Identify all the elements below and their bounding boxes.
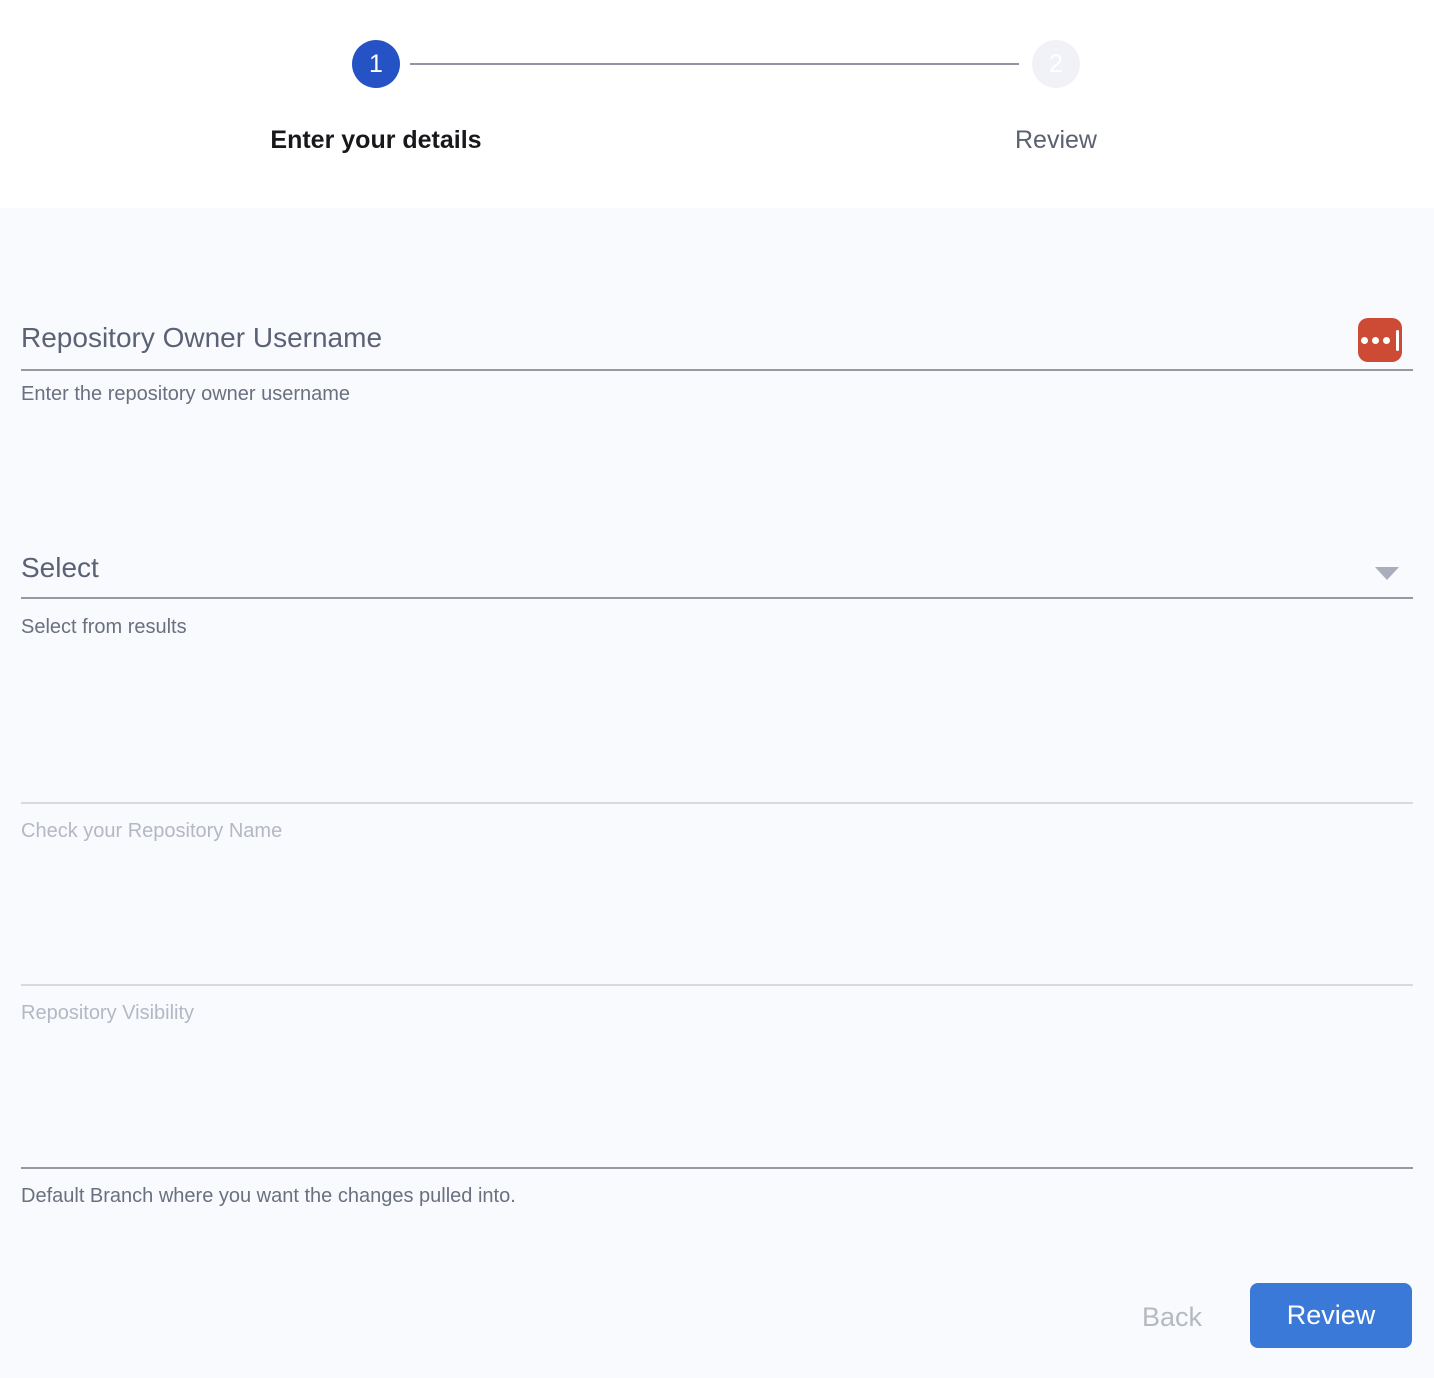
repo-name-underline: [21, 802, 1413, 804]
owner-username-value[interactable]: Repository Owner Username: [21, 322, 382, 354]
password-manager-icon[interactable]: [1358, 318, 1402, 362]
repo-name-input[interactable]: [21, 738, 1413, 802]
repo-select-helper: Select from results: [21, 616, 187, 639]
password-manager-dot: [1383, 337, 1390, 344]
default-branch-helper: Default Branch where you want the change…: [21, 1185, 516, 1208]
step-1-label: Enter your details: [270, 126, 481, 155]
step-2-number: 2: [1049, 50, 1063, 79]
repo-select-underline: [21, 597, 1413, 599]
chevron-down-icon[interactable]: [1375, 567, 1399, 580]
repo-select-dropdown[interactable]: [21, 534, 1413, 598]
step-1-indicator[interactable]: 1: [352, 40, 400, 88]
review-button[interactable]: Review: [1250, 1283, 1412, 1348]
step-2-indicator[interactable]: 2: [1032, 40, 1080, 88]
back-button[interactable]: Back: [1120, 1297, 1224, 1337]
repo-visibility-input[interactable]: [21, 920, 1413, 984]
repo-visibility-underline: [21, 984, 1413, 986]
default-branch-underline: [21, 1167, 1413, 1169]
password-manager-dot: [1372, 337, 1379, 344]
owner-username-underline: [21, 369, 1413, 371]
password-manager-cursor: [1396, 330, 1399, 351]
stepper-connector-line: [410, 63, 1019, 65]
default-branch-input[interactable]: [21, 1103, 1413, 1167]
wizard-page: 1 2 Enter your details Review Repository…: [0, 0, 1434, 1378]
owner-username-helper: Enter the repository owner username: [21, 383, 350, 406]
repo-visibility-helper: Repository Visibility: [21, 1002, 194, 1025]
step-1-number: 1: [369, 50, 383, 79]
repo-name-helper: Check your Repository Name: [21, 820, 282, 843]
form-panel: Repository Owner Username Enter the repo…: [0, 208, 1434, 1378]
repo-select-value[interactable]: Select: [21, 552, 99, 584]
step-2-label: Review: [1015, 126, 1097, 155]
password-manager-dot: [1361, 337, 1368, 344]
